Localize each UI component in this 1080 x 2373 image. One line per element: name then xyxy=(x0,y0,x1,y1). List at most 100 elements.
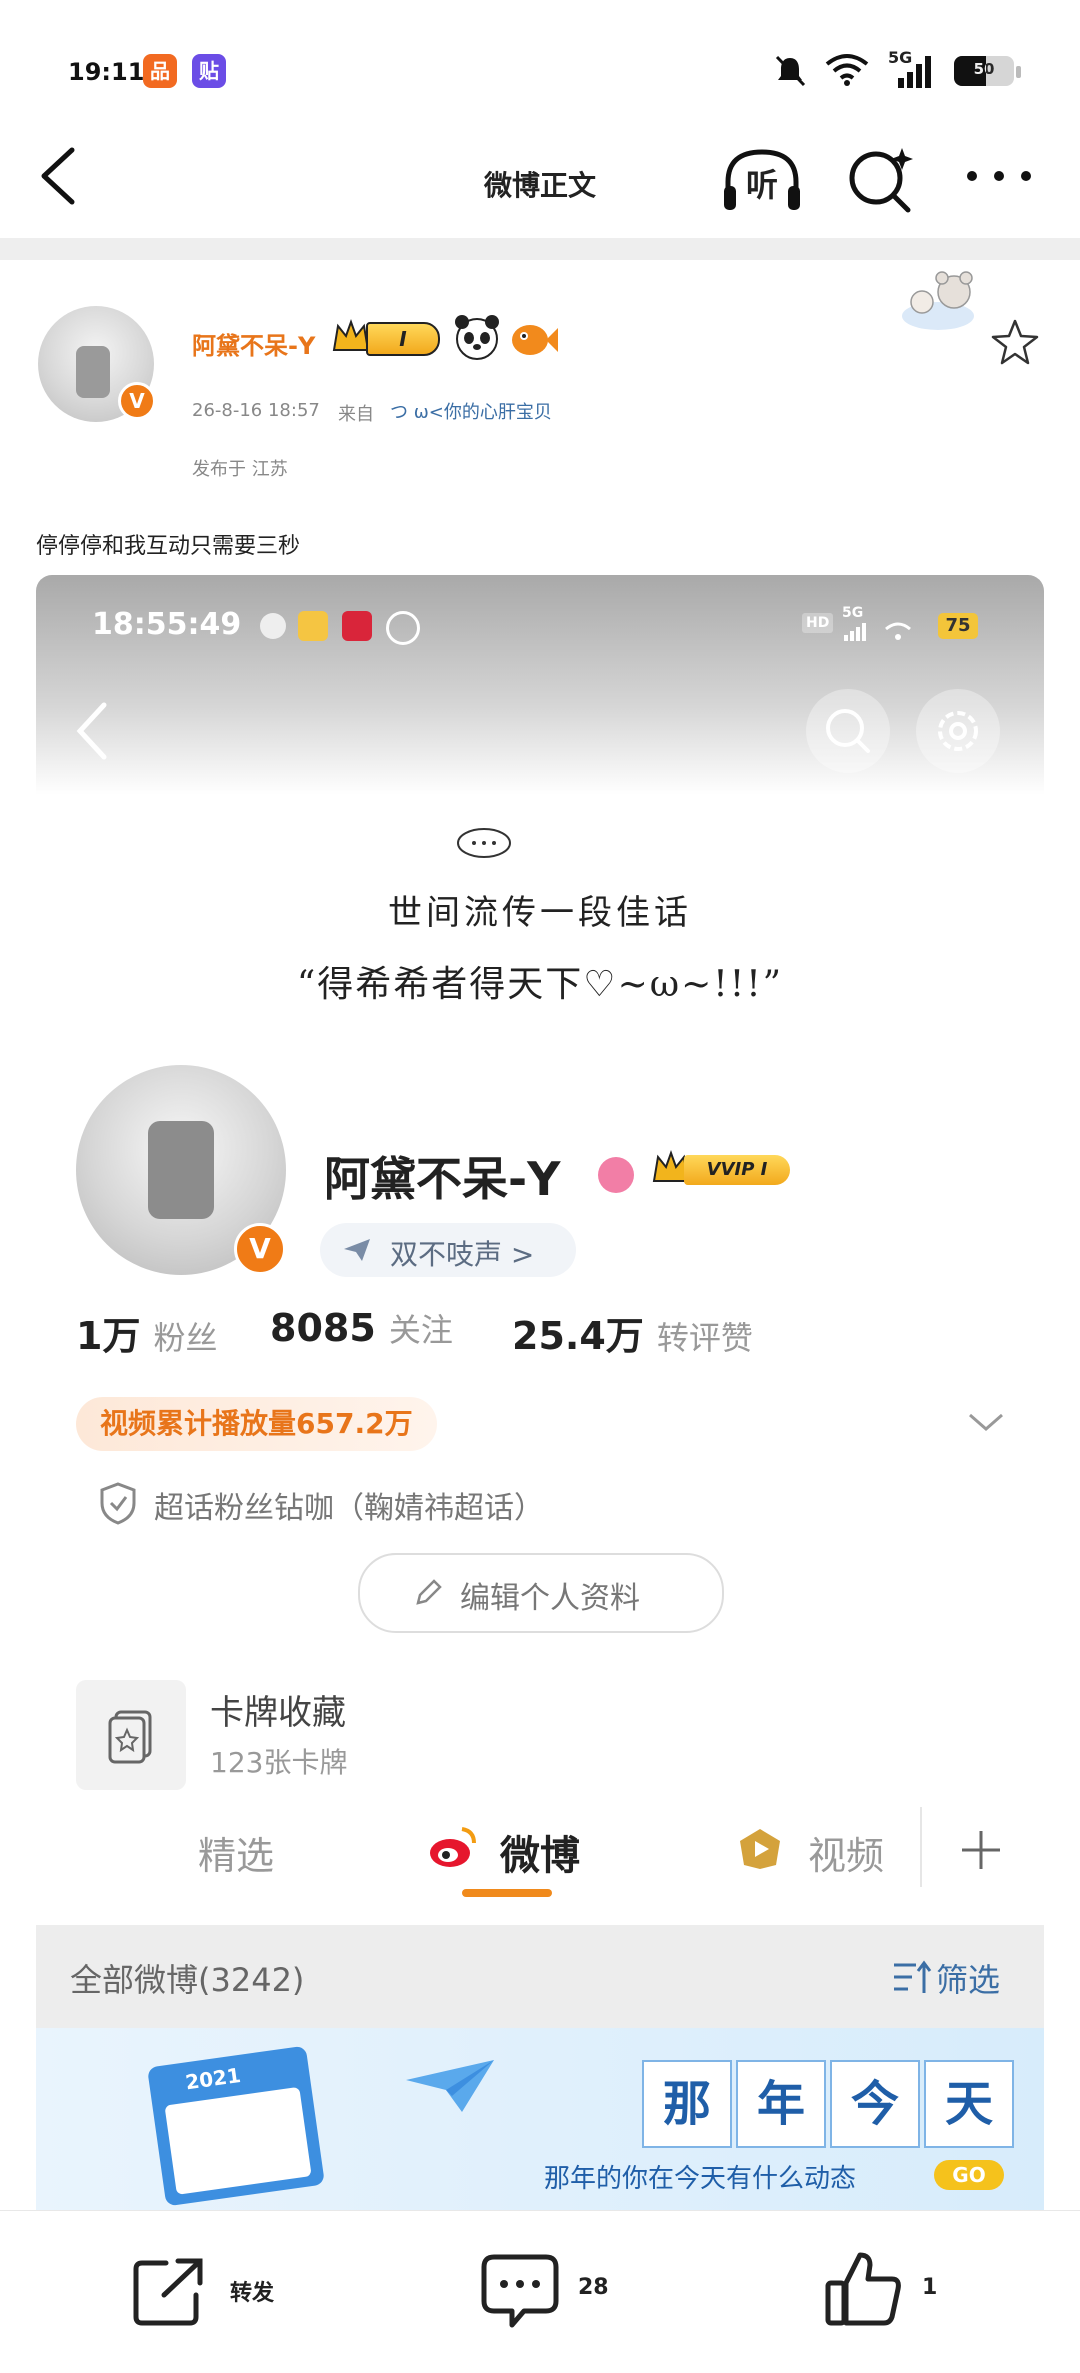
tag-label: 双不吱声 > xyxy=(390,1238,535,1271)
like-count: 1 xyxy=(922,2275,938,2300)
weibo-filter-bar: 全部微博(3242) 筛选 xyxy=(36,1925,1044,2028)
image-search-button xyxy=(806,689,890,773)
image-back-icon xyxy=(76,702,107,760)
image-hd-label: HD xyxy=(802,613,834,633)
stat-label: 转评赞 xyxy=(656,1319,753,1357)
edit-pencil-icon xyxy=(416,1579,442,1605)
banner-title-char: 天 xyxy=(924,2060,1014,2148)
edit-profile-label: 编辑个人资料 xyxy=(460,1581,640,1616)
filter-icon xyxy=(894,1960,932,1993)
banner-subtitle: 那年的你在今天有什么动态 xyxy=(544,2164,857,2194)
image-settings-button xyxy=(916,689,1000,773)
avatar-phone-shape xyxy=(148,1121,214,1219)
forward-label: 转发 xyxy=(230,2281,275,2306)
all-weibo-count: 全部微博(3242) xyxy=(70,1961,305,1999)
stat-label: 粉丝 xyxy=(153,1319,218,1357)
status-time: 19:11 xyxy=(68,58,145,86)
divider xyxy=(0,238,1080,260)
tab-video: 视频 xyxy=(808,1834,885,1878)
tab-featured: 精选 xyxy=(198,1834,275,1878)
verified-badge-icon: V xyxy=(118,382,156,420)
bio-line-2: “得希希者得天下♡~ω~!!!” xyxy=(296,964,784,1005)
level-label: I xyxy=(366,322,440,356)
share-icon xyxy=(133,2258,203,2326)
card-collection-thumb xyxy=(76,1680,186,1790)
expand-chevron-icon xyxy=(969,1413,1003,1431)
filter-label: 筛选 xyxy=(936,1961,1001,1999)
status-bar: 19:11 品 贴 5G 50 xyxy=(0,0,1080,120)
forward-button[interactable]: 转发 xyxy=(132,2251,352,2331)
stat-num: 8085 xyxy=(270,1306,376,1350)
source-link[interactable]: つ ω<你的心肝宝贝 xyxy=(390,398,552,424)
tab-active-indicator xyxy=(462,1889,552,1897)
calendar-page xyxy=(164,2086,312,2195)
comment-count: 28 xyxy=(578,2275,609,2300)
tab-divider xyxy=(920,1807,922,1887)
avatar-phone-shape xyxy=(76,346,110,398)
comment-button[interactable]: 28 xyxy=(480,2251,640,2331)
bio-line-1: 世间流传一段佳话 xyxy=(388,893,692,933)
image-app-icon-3 xyxy=(386,611,420,645)
video-tab-icon xyxy=(740,1829,780,1869)
stat-interactions: 25.4万 转评赞 xyxy=(512,1305,753,1360)
stat-num: 1万 xyxy=(76,1314,141,1358)
weibo-logo-icon xyxy=(430,1827,476,1867)
member-level-badge[interactable]: I xyxy=(330,316,442,358)
vvip-label: VVIP I xyxy=(684,1155,790,1185)
memories-banner: 2021 那 年 今 天 那年的你在今天有什么动态 GO xyxy=(36,2028,1044,2210)
add-tab-icon xyxy=(962,1831,1000,1869)
banner-go-button: GO xyxy=(934,2160,1004,2190)
thumbs-up-icon xyxy=(825,2252,901,2326)
banner-title: 那 年 今 天 xyxy=(642,2060,1014,2148)
profile-tag: 双不吱声 > xyxy=(320,1223,576,1277)
favorite-star-icon[interactable] xyxy=(990,318,1040,366)
page-title: 微博正文 xyxy=(483,169,596,202)
profile-verified-icon: V xyxy=(234,1223,286,1275)
image-signal-wifi-icon xyxy=(844,622,911,641)
card-icon xyxy=(108,1710,152,1764)
banner-title-char: 今 xyxy=(830,2060,920,2148)
image-status-time: 18:55:49 xyxy=(92,607,242,642)
super-topic-label: 超话粉丝钻咖（鞠婧祎超话） xyxy=(154,1491,544,1526)
panda-icon xyxy=(455,315,499,360)
stat-num: 25.4万 xyxy=(512,1314,644,1358)
source-prefix: 来自 xyxy=(338,404,374,425)
stat-label: 关注 xyxy=(388,1311,453,1349)
post-location: 发布于 江苏 xyxy=(192,459,288,480)
battery-tip xyxy=(1016,66,1021,78)
bubble-doodle-icon xyxy=(457,828,511,858)
profile-name: 阿黛不呆-Y xyxy=(324,1152,561,1206)
signal-icon xyxy=(898,56,931,88)
image-gear-icon xyxy=(938,711,978,751)
comment-icon xyxy=(481,2254,559,2328)
banner-year: 2021 xyxy=(183,2062,243,2095)
image-app-icon-2 xyxy=(342,611,372,641)
wifi-icon xyxy=(825,54,869,86)
banner-title-char: 那 xyxy=(642,2060,732,2148)
fish-icon xyxy=(512,325,558,355)
post-time: 26-8-16 18:57 xyxy=(192,400,320,421)
edit-profile-button: 编辑个人资料 xyxy=(358,1553,724,1633)
stat-fans: 1万 粉丝 xyxy=(76,1305,218,1360)
calendar-illustration: 2021 xyxy=(147,2045,325,2207)
battery-level: 50 xyxy=(973,60,995,78)
card-collection-count: 123张卡牌 xyxy=(210,1746,348,1779)
battery-icon: 50 xyxy=(954,56,1014,86)
image-app-icon-1 xyxy=(260,613,286,639)
post-image[interactable]: 18:55:49 HD 5G 75 世间流传一段佳话 “得希希者得天下♡~ω~!… xyxy=(36,575,1044,2210)
stat-following: 8085 关注 xyxy=(270,1305,453,1351)
vvip-badge: VVIP I xyxy=(650,1147,800,1195)
bottom-action-bar: 转发 28 1 xyxy=(0,2210,1080,2373)
post-text: 停停停和我互动只需要三秒 xyxy=(36,534,301,559)
app-notification-icon: 品 xyxy=(143,54,177,88)
image-weibo-app-icon xyxy=(298,611,328,641)
banner-title-char: 年 xyxy=(736,2060,826,2148)
image-search-icon xyxy=(826,709,870,753)
paper-plane-icon xyxy=(344,1239,370,1261)
shield-icon xyxy=(100,1482,136,1525)
play-count-pill: 视频累计播放量657.2万 xyxy=(76,1397,437,1451)
like-button[interactable]: 1 xyxy=(824,2249,964,2333)
tieba-notification-icon: 贴 xyxy=(192,54,226,88)
card-collection-title: 卡牌收藏 xyxy=(210,1693,346,1733)
author-name[interactable]: 阿黛不呆-Y xyxy=(192,326,315,361)
